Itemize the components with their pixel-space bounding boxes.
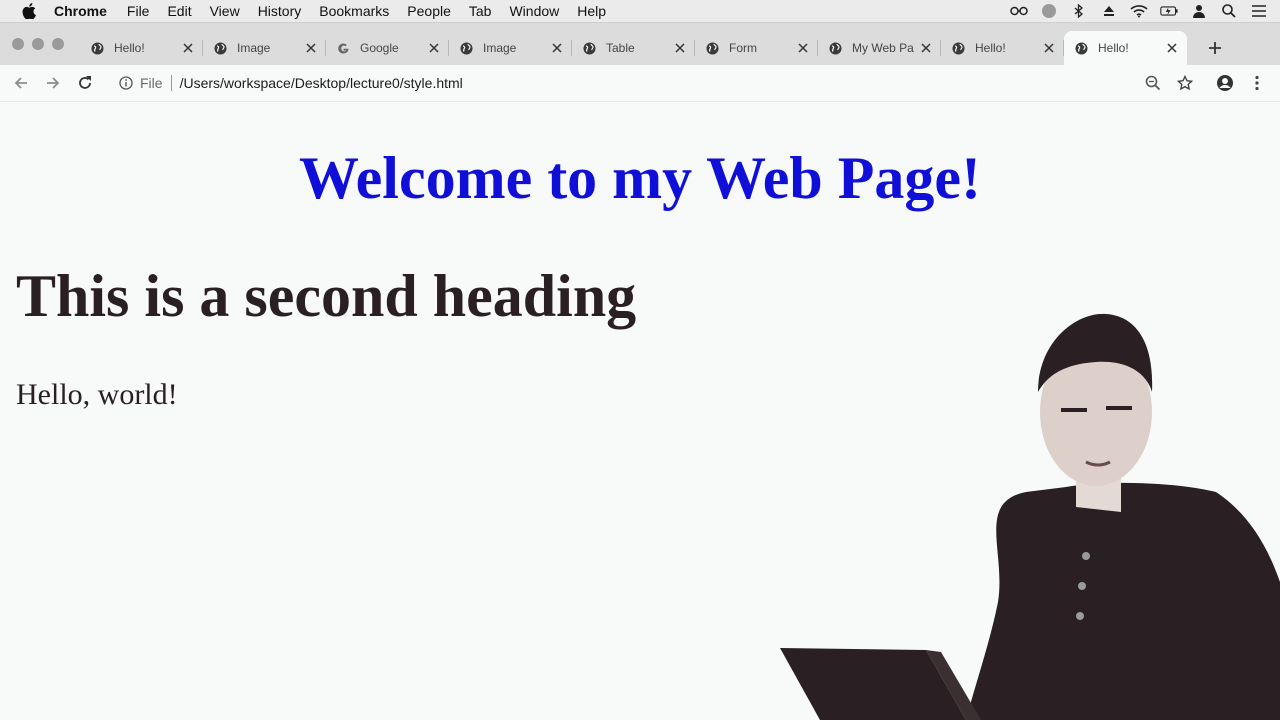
close-icon[interactable] xyxy=(919,41,933,55)
tab-3[interactable]: Google xyxy=(326,31,449,65)
page-content: Welcome to my Web Page! This is a second… xyxy=(0,102,1280,720)
menu-edit[interactable]: Edit xyxy=(167,0,191,22)
tab-title: Image xyxy=(237,41,271,55)
tab-strip: Hello! Image Google Image Table Form My Web Pa… xyxy=(0,23,1280,66)
globe-icon xyxy=(213,41,227,55)
profile-button[interactable] xyxy=(1215,73,1235,93)
close-icon[interactable] xyxy=(181,41,195,55)
new-tab-button[interactable] xyxy=(1204,37,1226,59)
tab-7[interactable]: My Web Pa xyxy=(818,31,941,65)
tab-title: Google xyxy=(360,41,399,55)
avatar-icon xyxy=(1217,75,1233,91)
bluetooth-icon[interactable] xyxy=(1070,4,1088,18)
wifi-icon[interactable] xyxy=(1130,4,1148,18)
tab-6[interactable]: Form xyxy=(695,31,818,65)
scheme-label: File xyxy=(140,75,163,91)
globe-icon xyxy=(459,41,473,55)
menu-bookmarks[interactable]: Bookmarks xyxy=(319,0,389,22)
eject-icon[interactable] xyxy=(1100,4,1118,18)
spotlight-search-icon[interactable] xyxy=(1220,4,1238,18)
tab-2[interactable]: Image xyxy=(203,31,326,65)
tab-title: Hello! xyxy=(1098,41,1129,55)
menu-history[interactable]: History xyxy=(258,0,302,22)
info-icon[interactable] xyxy=(118,75,134,91)
close-icon[interactable] xyxy=(796,41,810,55)
address-bar[interactable]: File /Users/workspace/Desktop/lecture0/s… xyxy=(112,70,1232,96)
star-icon xyxy=(1177,75,1193,91)
list-icon[interactable] xyxy=(1250,4,1268,18)
globe-icon xyxy=(582,41,596,55)
menu-people[interactable]: People xyxy=(407,0,451,22)
browser-toolbar: File /Users/workspace/Desktop/lecture0/s… xyxy=(0,65,1280,102)
arrow-right-icon xyxy=(47,77,60,89)
arrow-left-icon xyxy=(14,77,27,89)
tab-title: My Web Pa xyxy=(852,41,914,55)
minimize-window-button[interactable] xyxy=(32,38,44,50)
close-icon[interactable] xyxy=(1165,41,1179,55)
back-button[interactable] xyxy=(10,73,32,93)
globe-icon xyxy=(1074,41,1088,55)
globe-icon xyxy=(828,41,842,55)
macos-menu-bar: Chrome File Edit View History Bookmarks … xyxy=(0,0,1280,23)
tab-title: Hello! xyxy=(975,41,1006,55)
tab-9[interactable]: Hello! xyxy=(1064,31,1187,65)
zoom-button[interactable] xyxy=(1143,73,1163,93)
close-icon[interactable] xyxy=(1042,41,1056,55)
plus-icon xyxy=(1209,42,1221,54)
menu-tab[interactable]: Tab xyxy=(469,0,492,22)
reload-button[interactable] xyxy=(74,73,96,93)
close-icon[interactable] xyxy=(550,41,564,55)
close-window-button[interactable] xyxy=(12,38,24,50)
more-vertical-icon xyxy=(1255,75,1259,91)
presenter-video-overlay xyxy=(780,313,1280,720)
window-controls xyxy=(12,38,64,50)
url-text[interactable]: /Users/workspace/Desktop/lecture0/style.… xyxy=(180,75,463,91)
tab-title: Table xyxy=(606,41,635,55)
tab-title: Hello! xyxy=(114,41,145,55)
page-heading-2: This is a second heading xyxy=(16,263,637,329)
tab-1[interactable]: Hello! xyxy=(80,31,203,65)
apple-icon[interactable] xyxy=(20,3,38,19)
page-heading-1: Welcome to my Web Page! xyxy=(298,145,982,211)
forward-button[interactable] xyxy=(42,73,64,93)
globe-icon xyxy=(951,41,965,55)
menu-button[interactable] xyxy=(1247,73,1267,93)
globe-icon xyxy=(705,41,719,55)
menu-help[interactable]: Help xyxy=(577,0,606,22)
close-icon[interactable] xyxy=(304,41,318,55)
close-icon[interactable] xyxy=(427,41,441,55)
reload-icon xyxy=(79,76,91,89)
menu-window[interactable]: Window xyxy=(509,0,559,22)
tab-5[interactable]: Table xyxy=(572,31,695,65)
tab-4[interactable]: Image xyxy=(449,31,572,65)
circle-status-icon[interactable] xyxy=(1040,4,1058,18)
menu-view[interactable]: View xyxy=(210,0,240,22)
zoom-window-button[interactable] xyxy=(52,38,64,50)
tab-title: Form xyxy=(729,41,757,55)
tab-8[interactable]: Hello! xyxy=(941,31,1064,65)
google-icon xyxy=(336,41,350,55)
tab-title: Image xyxy=(483,41,517,55)
bookmark-button[interactable] xyxy=(1175,73,1195,93)
menu-file[interactable]: File xyxy=(127,0,150,22)
close-icon[interactable] xyxy=(673,41,687,55)
battery-icon[interactable] xyxy=(1160,4,1178,18)
menu-app-chrome[interactable]: Chrome xyxy=(54,0,107,22)
user-icon[interactable] xyxy=(1190,4,1208,18)
omnibox-divider xyxy=(170,75,172,91)
zoom-icon xyxy=(1145,75,1161,91)
globe-icon xyxy=(90,41,104,55)
page-paragraph: Hello, world! xyxy=(16,378,178,411)
status-area xyxy=(1010,0,1268,22)
tabs: Hello! Image Google Image Table Form My Web Pa… xyxy=(80,31,1187,65)
glasses-icon[interactable] xyxy=(1010,4,1028,18)
